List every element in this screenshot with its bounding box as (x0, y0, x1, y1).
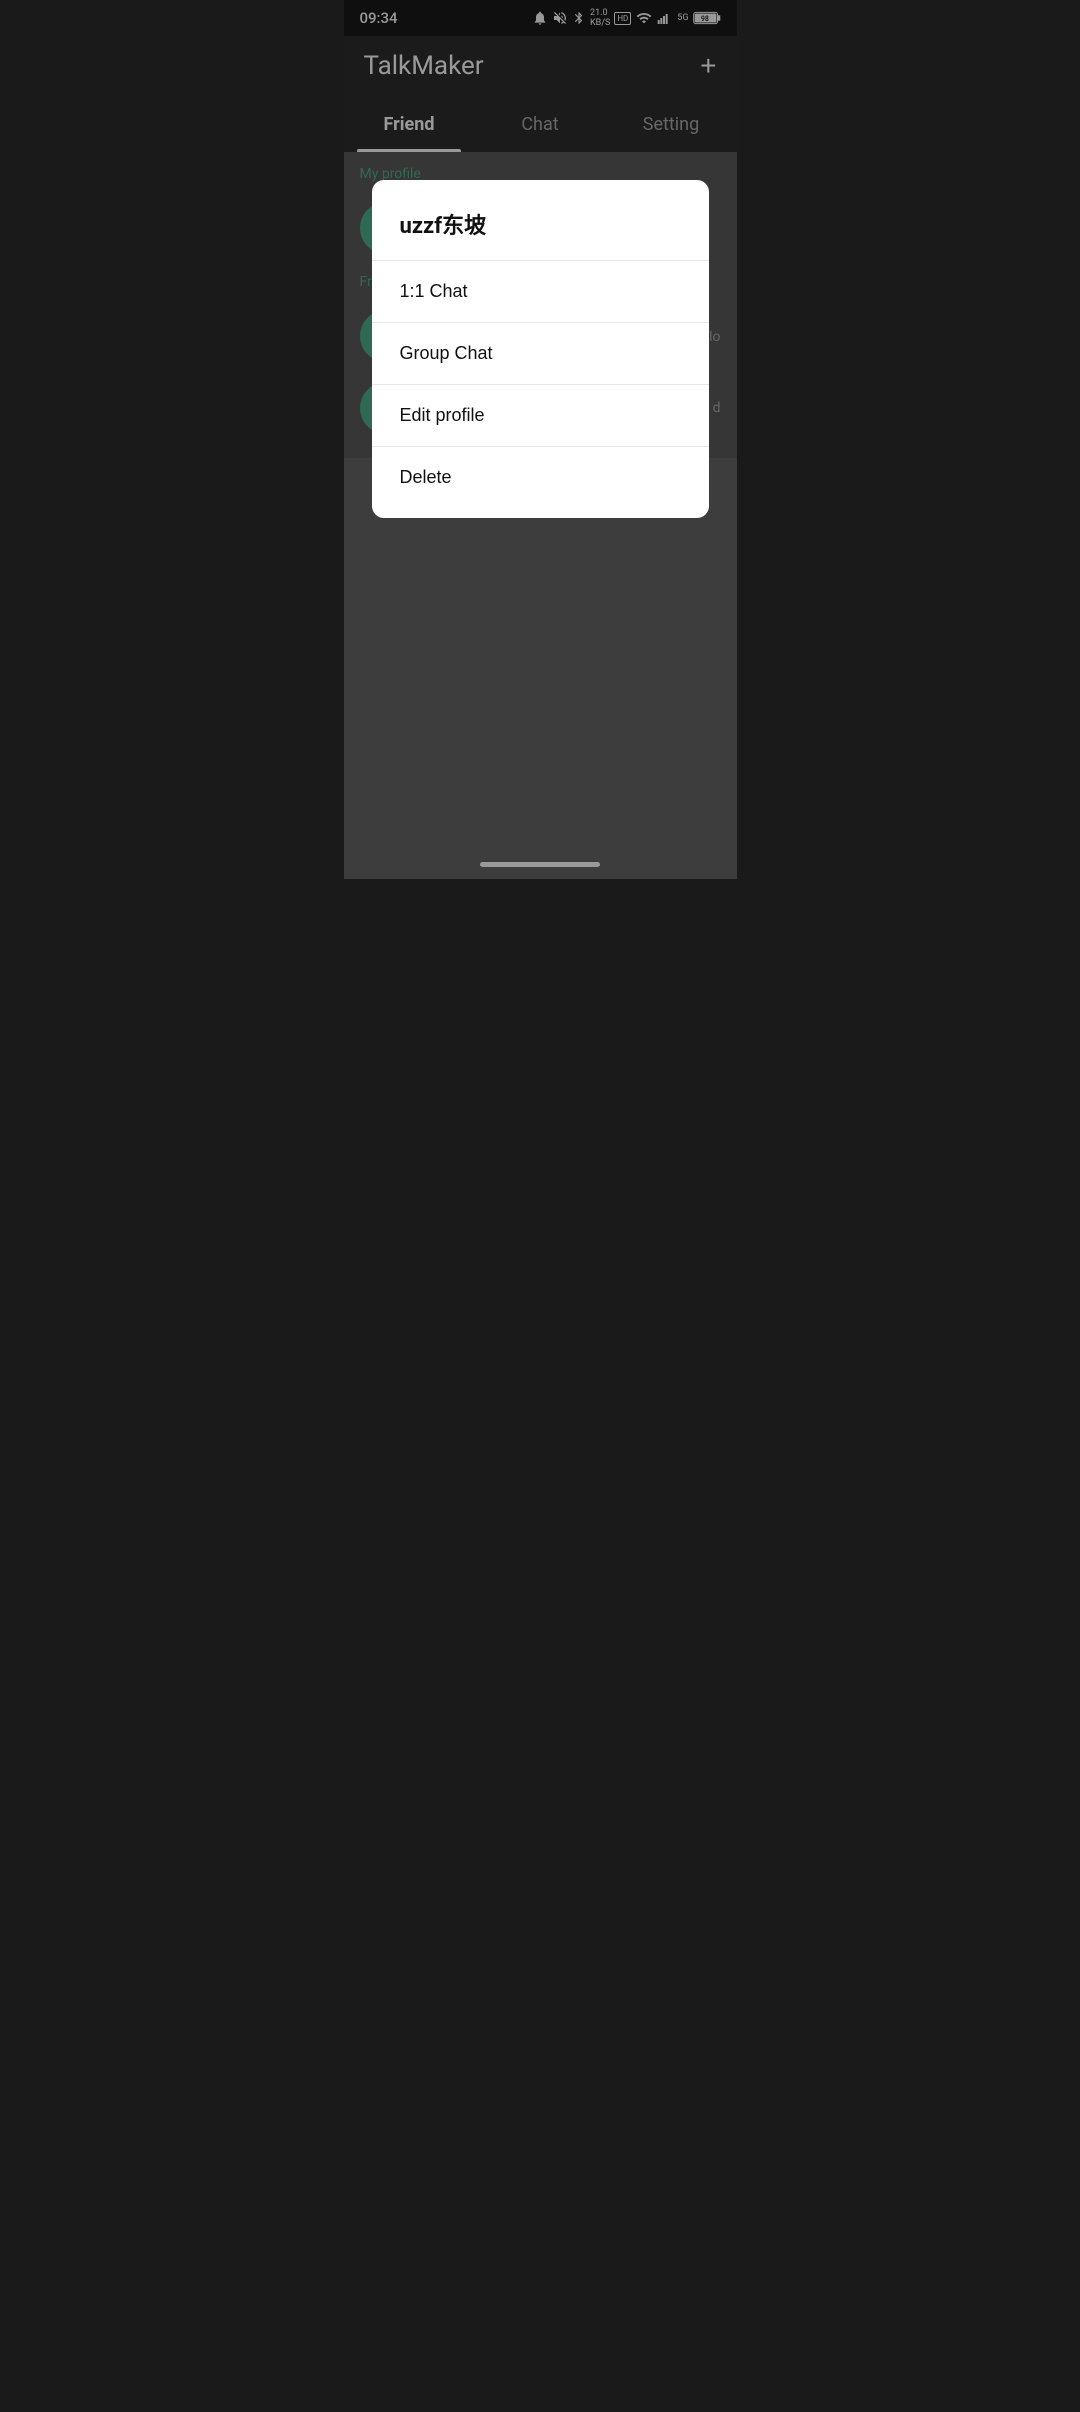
screen: 09:34 21.0KB/S HD (344, 0, 737, 879)
context-menu: uzzf东坡 1:1 Chat Group Chat Edit profile … (372, 180, 709, 518)
context-menu-item-1-1-chat[interactable]: 1:1 Chat (372, 261, 709, 322)
context-menu-item-group-chat[interactable]: Group Chat (372, 323, 709, 384)
context-menu-title: uzzf东坡 (372, 200, 709, 260)
home-indicator (480, 862, 600, 867)
context-menu-item-delete[interactable]: Delete (372, 447, 709, 508)
context-menu-item-edit-profile[interactable]: Edit profile (372, 385, 709, 446)
